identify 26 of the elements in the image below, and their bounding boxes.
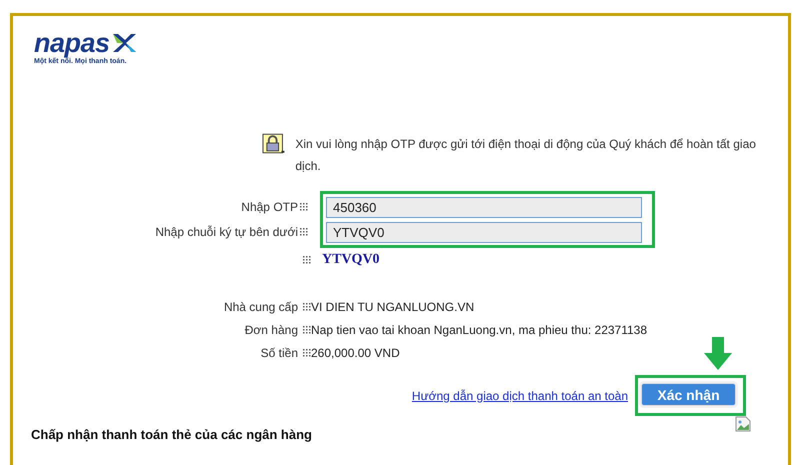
detail-value: Nap tien vao tai khoan NganLuong.vn, ma phieu thu: 22371138: [311, 322, 648, 336]
captcha-code: YTVQV0: [322, 252, 380, 268]
down-arrow-icon: [704, 337, 732, 370]
confirm-button[interactable]: Xác nhận: [641, 383, 736, 406]
detail-label: Đơn hàng: [244, 322, 298, 336]
dotted-icon: [303, 348, 311, 356]
dotted-icon: [303, 256, 311, 264]
otp-instruction: Xin vui lòng nhập OTP được gửi tới điện thoại di động của Quý khách để hoàn tất giao dịch.: [295, 136, 757, 175]
dotted-icon: [303, 326, 311, 334]
field-label: Nhập OTP: [241, 200, 298, 214]
broken-image-icon: [735, 416, 751, 432]
dotted-icon: [303, 302, 311, 310]
field-label: Nhập chuỗi ký tự bên dưới: [155, 224, 298, 238]
detail-label: Số tiền: [260, 346, 298, 360]
detail-label: Nhà cung cấp: [224, 300, 298, 314]
detail-value: VI DIEN TU NGANLUONG.VN: [311, 300, 474, 314]
padlock-icon: [262, 133, 286, 155]
input-field[interactable]: YTVQV0: [326, 222, 642, 243]
dotted-icon: [300, 228, 308, 236]
detail-value: 260,000.00 VND: [311, 346, 400, 360]
section-heading: Chấp nhận thanh toán thẻ của các ngân hàng: [31, 427, 312, 442]
logo-mark-icon: [110, 32, 137, 54]
dotted-icon: [300, 202, 308, 210]
help-link[interactable]: Hướng dẫn giao dịch thanh toán an toàn: [412, 388, 628, 402]
logo-wordmark: napas: [34, 30, 110, 56]
input-field[interactable]: 450360: [326, 197, 642, 218]
